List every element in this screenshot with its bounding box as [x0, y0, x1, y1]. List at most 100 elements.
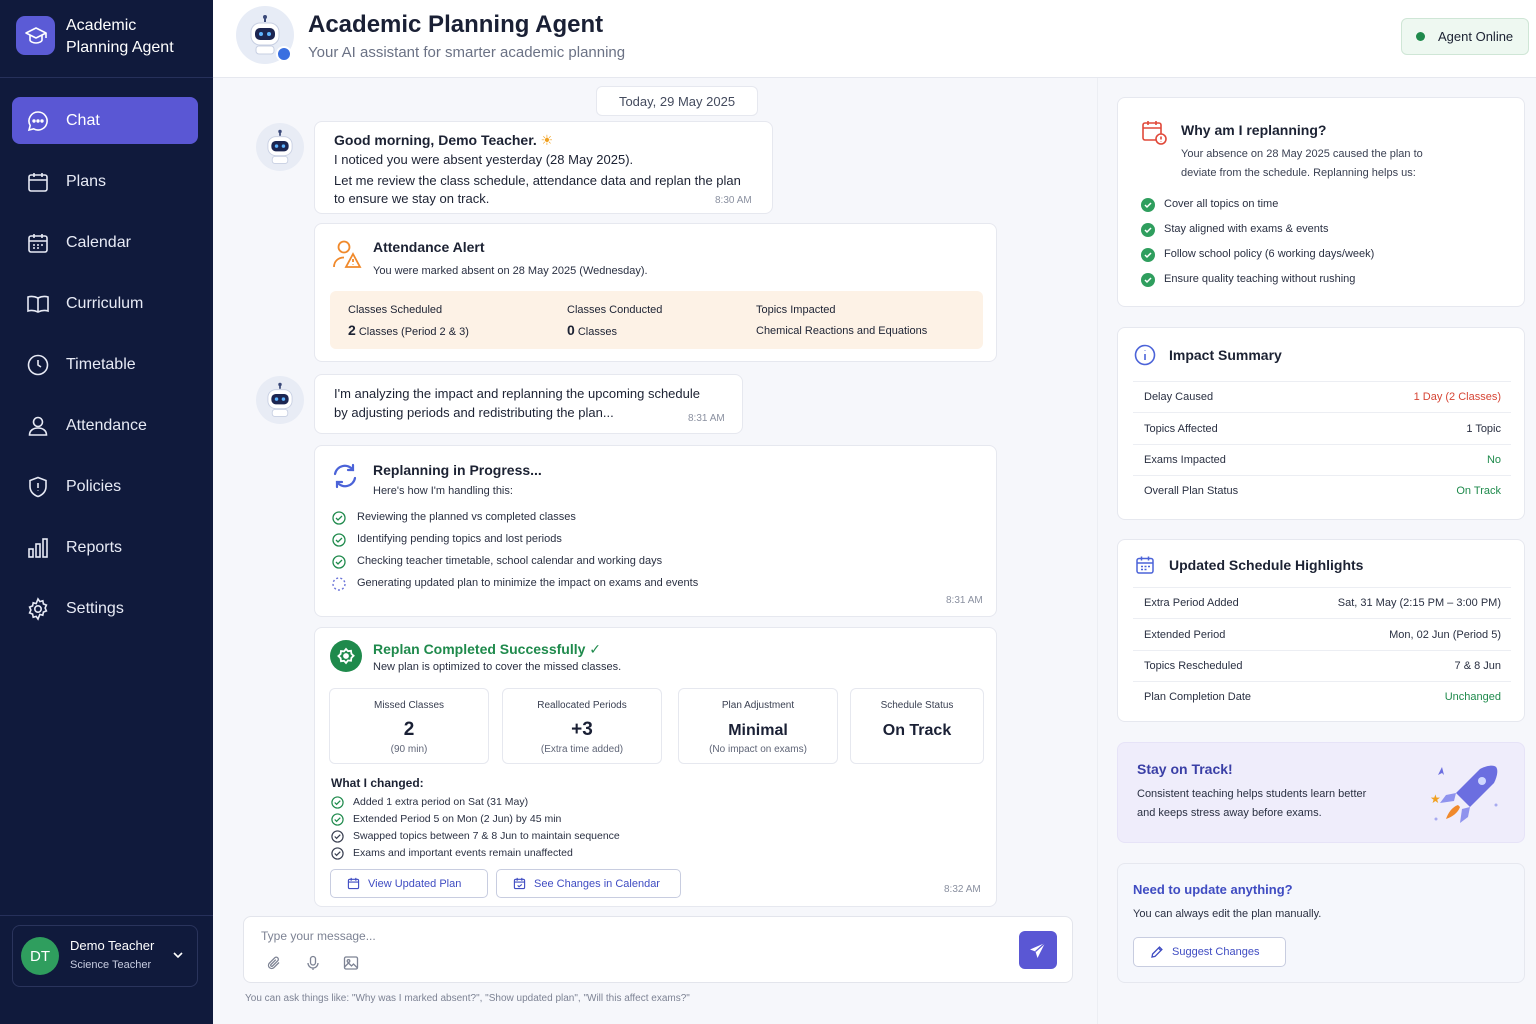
sidebar-item-attendance[interactable]: Attendance: [12, 402, 198, 449]
why-item: Ensure quality teaching without rushing: [1164, 273, 1356, 285]
check-filled-icon: [1141, 223, 1155, 237]
sidebar-item-label: Reports: [66, 538, 123, 556]
stat-value: Minimal: [728, 722, 788, 739]
why-text: Your absence on 28 May 2025 caused the p…: [1181, 148, 1423, 160]
stat-sub: (No impact on exams): [709, 744, 807, 755]
greeting-title-text: Good morning, Demo Teacher.: [334, 132, 537, 148]
changes-title: What I changed:: [331, 776, 424, 790]
row-value: Mon, 02 Jun (Period 5): [1389, 629, 1501, 641]
detail-value: 0 Classes: [567, 322, 617, 338]
sidebar-item-label: Timetable: [66, 355, 136, 373]
message-composer: Type your message...: [243, 916, 1073, 983]
sidebar-item-timetable[interactable]: Timetable: [12, 341, 198, 388]
why-title: Why am I replanning?: [1181, 122, 1327, 138]
detail-label: Classes Conducted: [567, 304, 663, 316]
button-label: View Updated Plan: [368, 877, 462, 890]
stat-label: Missed Classes: [373, 700, 445, 711]
page-title: Academic Planning Agent: [308, 11, 604, 38]
why-replanning-card: Why am I replanning? Your absence on 28 …: [1117, 97, 1525, 307]
message-time: 8:31 AM: [688, 413, 725, 424]
message-time: 8:31 AM: [946, 595, 983, 606]
check-circle-icon: [332, 533, 346, 547]
calendar-check-icon: [513, 877, 526, 890]
progress-step: Reviewing the planned vs completed class…: [357, 511, 576, 523]
sidebar-item-curriculum[interactable]: Curriculum: [12, 280, 198, 327]
impact-title: Impact Summary: [1169, 347, 1282, 363]
app-name-line2: Planning Agent: [66, 39, 174, 56]
stat-sub: (90 min): [390, 744, 428, 755]
row-key: Extra Period Added: [1144, 597, 1239, 609]
greeting-line: I noticed you were absent yesterday (28 …: [334, 152, 634, 167]
stat-value: 2: [403, 719, 415, 740]
sidebar-item-label: Policies: [66, 477, 122, 495]
why-item: Cover all topics on time: [1164, 198, 1279, 210]
send-button[interactable]: [1019, 931, 1057, 969]
stat-label: Schedule Status: [880, 700, 954, 711]
clock-icon: [26, 353, 50, 377]
row-key: Exams Impacted: [1144, 454, 1226, 466]
row-value: 1 Topic: [1466, 423, 1501, 435]
greeting-message: Good morning, Demo Teacher. ☀ I noticed …: [314, 121, 773, 214]
progress-step: Checking teacher timetable, school calen…: [357, 555, 663, 567]
row-key: Topics Affected: [1144, 423, 1218, 435]
why-text: deviate from the schedule. Replanning he…: [1181, 167, 1416, 179]
image-icon[interactable]: [343, 955, 359, 971]
paperclip-icon[interactable]: [266, 955, 282, 971]
alert-details: Classes Scheduled 2 Classes (Period 2 & …: [330, 291, 983, 349]
user-menu[interactable]: DT Demo Teacher Science Teacher: [12, 925, 198, 987]
message-time: 8:32 AM: [944, 884, 981, 895]
message-line: by adjusting periods and redistributing …: [334, 405, 614, 420]
detail-value-number: 0: [567, 322, 575, 338]
impact-row: Delay Caused 1 Day (2 Classes): [1133, 381, 1511, 413]
stay-text: Consistent teaching helps students learn…: [1137, 788, 1367, 800]
detail-value-text: Classes (Period 2 & 3): [358, 326, 469, 338]
microphone-icon[interactable]: [305, 955, 321, 971]
progress-step: Generating updated plan to minimize the …: [357, 577, 699, 589]
highlight-row: Extended Period Mon, 02 Jun (Period 5): [1133, 619, 1511, 651]
see-changes-calendar-button[interactable]: See Changes in Calendar: [496, 869, 681, 898]
detail-value-text: Chemical Reactions and Equations: [756, 325, 928, 337]
button-label: Suggest Changes: [1172, 946, 1260, 958]
message-time: 8:30 AM: [715, 195, 752, 206]
message-line: I'm analyzing the impact and replanning …: [334, 386, 700, 401]
row-value: No: [1486, 454, 1501, 466]
sidebar-item-settings[interactable]: Settings: [12, 585, 198, 632]
update-title: Need to update anything?: [1133, 882, 1293, 897]
highlights-title: Updated Schedule Highlights: [1169, 557, 1364, 573]
sidebar-item-reports[interactable]: Reports: [12, 524, 198, 571]
view-updated-plan-button[interactable]: View Updated Plan: [330, 869, 488, 898]
app-name: Academic Planning Agent: [66, 15, 174, 59]
sidebar-item-label: Calendar: [66, 233, 131, 251]
send-icon: [1030, 942, 1046, 958]
status-dot-icon: [1416, 32, 1425, 41]
sidebar-item-plans[interactable]: Plans: [12, 158, 198, 205]
replanning-progress-card: Replanning in Progress... Here's how I'm…: [314, 445, 997, 617]
person-icon: [26, 414, 50, 438]
header: Academic Planning Agent Your AI assistan…: [213, 0, 1536, 78]
sidebar-item-calendar[interactable]: Calendar: [12, 219, 198, 266]
row-value: On Track: [1456, 485, 1501, 497]
row-key: Extended Period: [1144, 629, 1226, 641]
sidebar-item-label: Plans: [66, 172, 107, 190]
message-input[interactable]: Type your message...: [261, 929, 376, 943]
change-item: Extended Period 5 on Mon (2 Jun) by 45 m…: [353, 813, 562, 825]
impact-row: Exams Impacted No: [1133, 444, 1511, 476]
checkmark-icon: ✓: [589, 641, 602, 657]
row-value: Unchanged: [1444, 691, 1501, 703]
suggest-changes-button[interactable]: Suggest Changes: [1133, 937, 1286, 967]
verified-badge-icon: [276, 46, 292, 62]
chat-icon: [26, 109, 50, 133]
chevron-down-icon[interactable]: [171, 948, 185, 962]
sidebar-item-label: Curriculum: [66, 294, 144, 312]
stat-label: Reallocated Periods: [537, 700, 627, 711]
sidebar-item-policies[interactable]: Policies: [12, 463, 198, 510]
stat-value: +3: [571, 719, 593, 740]
stay-text: and keeps stress away before exams.: [1137, 807, 1322, 819]
success-badge-icon: [330, 640, 362, 672]
row-key: Overall Plan Status: [1144, 485, 1239, 497]
detail-value: 2 Classes (Period 2 & 3): [348, 322, 469, 338]
sidebar-item-chat[interactable]: Chat: [12, 97, 198, 144]
robot-avatar-icon: [256, 376, 304, 424]
detail-label: Classes Scheduled: [348, 304, 443, 316]
brand: Academic Planning Agent: [0, 0, 213, 78]
